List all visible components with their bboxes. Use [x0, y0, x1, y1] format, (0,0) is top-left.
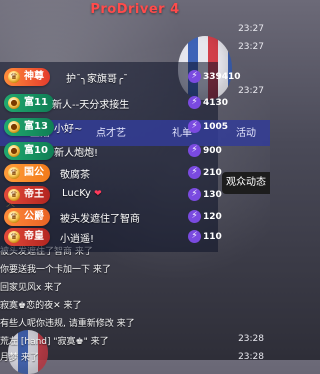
chat-message: 你要送我一个卡加一下 来了 [0, 265, 111, 275]
rank-row[interactable]: ● 富10 新人炮炮! ⚡ 900 [2, 140, 222, 162]
rank-badge-label: 神尊 [24, 71, 44, 82]
crown-gem-icon: ♛ [8, 231, 20, 243]
user-name: 小逍遥! [60, 234, 95, 245]
chat-timestamp: 23:27 [238, 24, 264, 34]
score: ⚡ 1005 [188, 118, 228, 136]
rank-badge: ♛ 帝王 [4, 186, 50, 204]
user-name-text: LucKy [62, 188, 91, 199]
rank-badge: ♛ 帝皇 [4, 228, 50, 246]
leaf-icon: ● [8, 145, 20, 157]
rank-badge-label: 国公 [24, 167, 44, 178]
audience-activity-button[interactable]: 观众动态 [222, 172, 270, 194]
score: ⚡ 900 [188, 142, 222, 160]
chat-message: 有些人呢你违规, 请重新修改 来了 [0, 319, 135, 329]
score: ⚡ 339410 [188, 68, 241, 86]
score-value: 110 [203, 232, 222, 242]
user-name: 小好~ [54, 124, 83, 135]
score: ⚡ 210 [188, 164, 222, 182]
score-value: 900 [203, 146, 222, 156]
rank-badge: ♛ 神尊 [4, 68, 50, 86]
user-name: 敬腐茶 [60, 170, 90, 181]
lightning-icon: ⚡ [188, 96, 201, 109]
crown-gem-icon: ♛ [8, 211, 20, 223]
lightning-icon: ⚡ [188, 144, 201, 157]
score-value: 210 [203, 168, 222, 178]
score-value: 4130 [203, 98, 229, 108]
crown-gem-icon: ♛ [8, 189, 20, 201]
user-name: LucKy ❤ [62, 188, 102, 199]
rank-badge-label: 富11 [24, 97, 48, 108]
rank-row[interactable]: ● 富11 新人--天分求接生 ⚡ 4130 [2, 92, 228, 114]
lightning-icon: ⚡ [188, 120, 201, 133]
user-name: 护ˉ╮家旗哥╭ˉ [66, 74, 129, 85]
score-value: 339410 [203, 72, 241, 82]
rank-row[interactable]: ♛ 公爵 被头发遮住了智商 ⚡ 120 [2, 206, 222, 228]
chat-message: 寂寞♚恋的夜✕ 来了 [0, 301, 82, 311]
chat-timestamp: 23:28 [238, 334, 264, 344]
rank-row[interactable]: ● 富13 小好~ ⚡ 1005 [2, 116, 228, 138]
tab-activity[interactable]: 活动 [236, 124, 256, 139]
rank-badge: ♛ 公爵 [4, 208, 50, 226]
score-value: 120 [203, 212, 222, 222]
chat-message: 荒左 [hand] "寂寞♚" 来了 [0, 337, 109, 347]
rank-row[interactable]: ♛ 神尊 护ˉ╮家旗哥╭ˉ ⚡ 339410 [2, 66, 241, 88]
crown-gem-icon: ♛ [8, 71, 20, 83]
rank-badge: ● 富10 [4, 142, 54, 160]
heart-icon: ❤ [94, 189, 102, 199]
score: ⚡ 4130 [188, 94, 228, 112]
app-title: ProDriver 4 [90, 2, 180, 17]
lightning-icon: ⚡ [188, 210, 201, 223]
score: ⚡ 130 [188, 186, 222, 204]
rank-badge: ♛ 国公 [4, 164, 50, 182]
rank-badge: ● 富11 [4, 94, 54, 112]
lightning-icon: ⚡ [188, 70, 201, 83]
lightning-icon: ⚡ [188, 230, 201, 243]
rank-badge-label: 公爵 [24, 211, 44, 222]
lightning-icon: ⚡ [188, 188, 201, 201]
rank-badge-label: 富10 [24, 145, 48, 156]
user-name: 新人--天分求接生 [52, 100, 130, 111]
chat-timestamp: 23:28 [238, 352, 264, 362]
chat-timestamp: 23:27 [238, 86, 264, 96]
rank-badge-label: 富13 [24, 121, 48, 132]
score: ⚡ 120 [188, 208, 222, 226]
score-value: 1005 [203, 122, 229, 132]
score: ⚡ 110 [188, 228, 222, 246]
user-name: 新人炮炮! [54, 148, 99, 159]
rank-badge-label: 帝王 [24, 189, 44, 200]
score-value: 130 [203, 190, 222, 200]
lightning-icon: ⚡ [188, 166, 201, 179]
user-name: 被头发遮住了智商 [60, 214, 140, 225]
rank-row[interactable]: ♛ 帝王 LucKy ❤ ⚡ 130 [2, 184, 222, 206]
leaf-icon: ● [8, 97, 20, 109]
rank-badge-label: 帝皇 [24, 231, 44, 242]
rank-row[interactable]: ♛ 国公 敬腐茶 ⚡ 210 [2, 162, 222, 184]
leaf-icon: ● [8, 121, 20, 133]
chat-message: 回家见风x 来了 [0, 283, 63, 293]
rank-row[interactable]: ♛ 帝皇 小逍遥! ⚡ 110 [2, 226, 222, 248]
crown-gem-icon: ♛ [8, 167, 20, 179]
chat-message: 月梦 来了 [0, 353, 39, 363]
chat-timestamp: 23:27 [238, 42, 264, 52]
rank-badge: ● 富13 [4, 118, 54, 136]
